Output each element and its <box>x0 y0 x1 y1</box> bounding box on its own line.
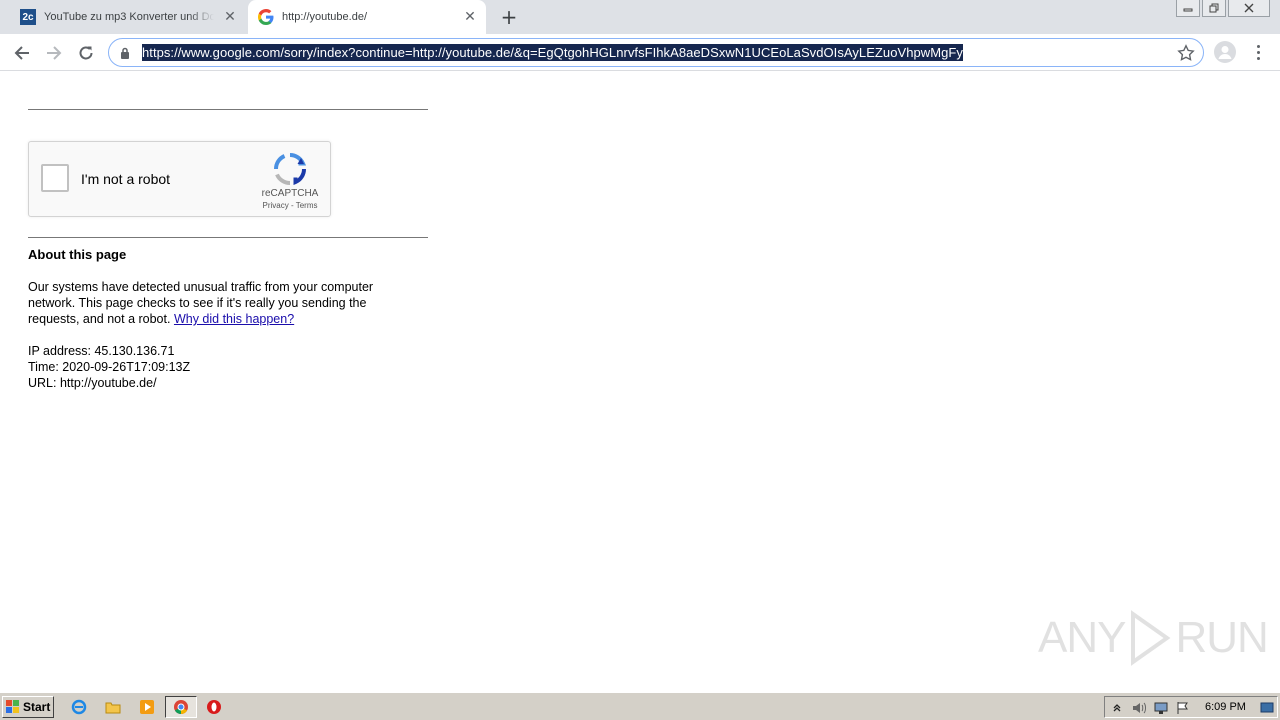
minimize-icon <box>1183 8 1193 12</box>
show-desktop-icon[interactable] <box>1259 700 1275 716</box>
divider <box>28 237 428 238</box>
system-tray: 6:09 PM <box>1104 696 1278 718</box>
lock-icon[interactable] <box>120 47 134 59</box>
tab-youtube-de[interactable]: http://youtube.de/ ✕ <box>248 0 486 34</box>
network-icon[interactable] <box>1153 700 1169 716</box>
internet-explorer-icon[interactable] <box>70 698 88 716</box>
why-did-this-happen-link[interactable]: Why did this happen? <box>174 312 294 326</box>
watermark-left: ANY <box>1038 613 1126 662</box>
media-player-icon[interactable] <box>138 698 156 716</box>
recaptcha-links: Privacy - Terms <box>249 201 331 210</box>
volume-icon[interactable] <box>1131 700 1147 716</box>
new-tab-button[interactable]: + <box>498 5 520 29</box>
privacy-link[interactable]: Privacy <box>263 201 289 210</box>
tab-title: YouTube zu mp3 Konverter und Downloader <box>44 11 214 23</box>
person-icon <box>1218 46 1232 59</box>
profile-avatar[interactable] <box>1214 41 1236 63</box>
about-description: Our systems have detected unusual traffi… <box>28 279 408 327</box>
tab-strip: 2c YouTube zu mp3 Konverter und Download… <box>0 0 1280 34</box>
anyrun-watermark: ANY RUN <box>1038 608 1269 668</box>
recaptcha-checkbox[interactable] <box>41 164 69 192</box>
opera-icon[interactable] <box>205 698 223 716</box>
tab-youtube-mp3[interactable]: 2c YouTube zu mp3 Konverter und Download… <box>10 0 246 34</box>
link-separator: - <box>288 201 296 210</box>
recaptcha-widget: I'm not a robot reCAPTCHA Privacy - Term… <box>28 141 331 217</box>
restore-button[interactable] <box>1202 0 1226 17</box>
browser-toolbar: https://www.google.com/sorry/index?conti… <box>0 34 1280 71</box>
tab-close-icon[interactable]: ✕ <box>222 9 238 25</box>
request-url: URL: http://youtube.de/ <box>28 376 157 390</box>
tab-favicon-2c-icon: 2c <box>20 9 36 25</box>
url-text[interactable]: https://www.google.com/sorry/index?conti… <box>142 44 963 61</box>
window-controls <box>1176 0 1270 17</box>
chrome-icon <box>172 698 190 716</box>
back-button[interactable] <box>8 39 36 67</box>
restore-icon <box>1209 3 1219 13</box>
reload-icon <box>79 46 93 60</box>
divider <box>28 109 428 110</box>
arrow-right-icon <box>47 46 62 60</box>
tab-close-icon[interactable]: ✕ <box>462 9 478 25</box>
recaptcha-brand: reCAPTCHA <box>261 188 319 199</box>
play-icon <box>1131 610 1171 666</box>
about-heading: About this page <box>28 247 127 262</box>
windows-logo-icon <box>6 700 19 713</box>
arrow-left-icon <box>14 46 29 60</box>
watermark-right: RUN <box>1175 613 1268 662</box>
recaptcha-label: I'm not a robot <box>81 171 171 187</box>
request-time: Time: 2020-09-26T17:09:13Z <box>28 360 191 374</box>
start-label: Start <box>23 700 51 714</box>
terms-link[interactable]: Terms <box>296 201 318 210</box>
reload-button[interactable] <box>72 39 100 67</box>
tab-title: http://youtube.de/ <box>282 11 368 23</box>
ip-address: IP address: 45.130.136.71 <box>28 344 175 358</box>
forward-button[interactable] <box>40 39 68 67</box>
close-window-button[interactable] <box>1228 0 1270 17</box>
address-bar[interactable]: https://www.google.com/sorry/index?conti… <box>108 38 1204 67</box>
show-hidden-icons-icon[interactable] <box>1109 700 1125 716</box>
close-icon <box>1244 3 1254 13</box>
start-button[interactable]: Start <box>2 696 54 718</box>
taskbar: Start 6:09 PM <box>0 692 1280 720</box>
taskbar-clock[interactable]: 6:09 PM <box>1205 701 1246 713</box>
bookmark-star-icon[interactable] <box>1177 44 1195 62</box>
browser-menu-button[interactable] <box>1250 40 1266 64</box>
google-favicon-icon <box>258 9 274 25</box>
recaptcha-logo-icon <box>273 152 307 186</box>
action-center-flag-icon[interactable] <box>1175 700 1191 716</box>
minimize-button[interactable] <box>1176 0 1200 17</box>
file-explorer-icon[interactable] <box>104 698 122 716</box>
